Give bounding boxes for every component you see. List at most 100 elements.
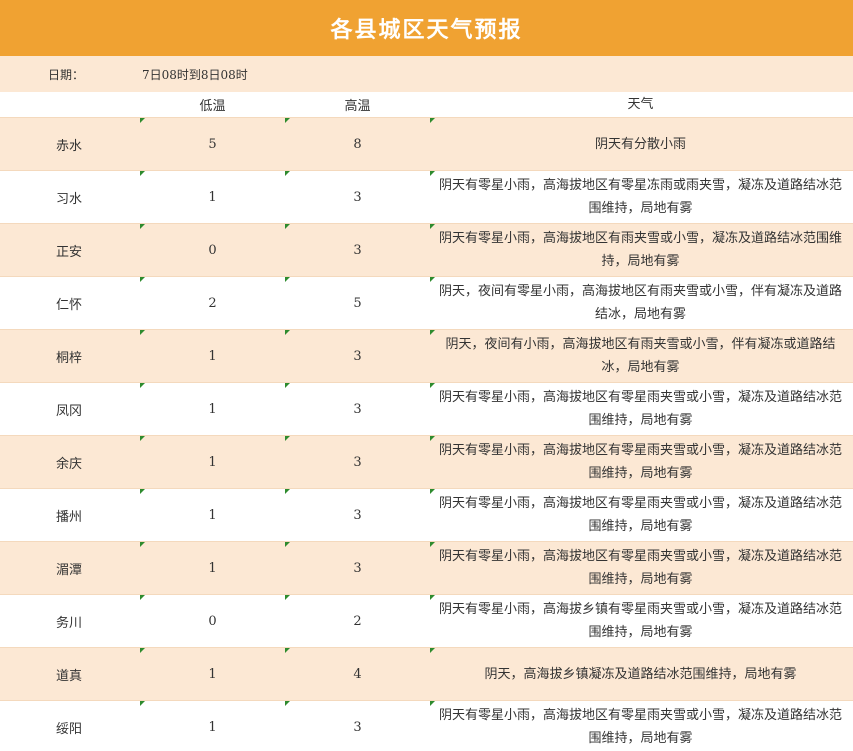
weather-cell: 阴天有零星小雨，高海拔地区有零星雨夹雪或小雪，凝冻及道路结冰范围维持，局地有雾: [430, 542, 853, 594]
table-row: 道真 1 4 阴天，高海拔乡镇凝冻及道路结冰范围维持，局地有雾: [0, 648, 853, 701]
low-temp-cell-text: 1: [208, 507, 217, 523]
header-low: 低温: [199, 99, 226, 114]
county-cell-text: 仁怀: [56, 297, 83, 313]
county-cell: 余庆: [0, 436, 140, 488]
cell-comment-marker: [430, 118, 435, 123]
county-cell-text: 湄潭: [56, 562, 83, 578]
table-row: 务川 0 2 阴天有零星小雨，高海拔乡镇有零星雨夹雪或小雪，凝冻及道路结冰范围维持，局…: [0, 595, 853, 648]
cell-comment-marker: [285, 436, 290, 441]
date-row: 日期： 7日08时到8日08时: [0, 56, 853, 92]
low-temp-cell-text: 1: [208, 454, 217, 470]
cell-comment-marker: [285, 118, 290, 123]
high-temp-cell-text: 3: [353, 348, 362, 364]
date-value: 7日08时到8日08时: [142, 67, 248, 82]
high-temp-cell-text: 3: [353, 507, 362, 523]
weather-cell: 阴天，夜间有零星小雨，高海拔地区有雨夹雪或小雪，伴有凝冻及道路结冰，局地有雾: [430, 277, 853, 329]
cell-comment-marker: [140, 118, 145, 123]
cell-comment-marker: [430, 171, 435, 176]
county-cell-text: 正安: [56, 244, 83, 260]
county-cell-text: 余庆: [56, 456, 83, 472]
weather-cell: 阴天，高海拔乡镇凝冻及道路结冰范围维持，局地有雾: [430, 648, 853, 700]
county-cell-text: 桐梓: [56, 350, 83, 366]
county-cell: 仁怀: [0, 277, 140, 329]
high-temp-cell-text: 3: [353, 560, 362, 576]
low-temp-cell-text: 1: [208, 401, 217, 417]
table-row: 习水 1 3 阴天有零星小雨，高海拔地区有零星冻雨或雨夹雪，凝冻及道路结冰范围维持，局…: [0, 171, 853, 224]
county-cell: 湄潭: [0, 542, 140, 594]
low-temp-cell: 1: [140, 489, 285, 541]
low-temp-cell: 1: [140, 436, 285, 488]
weather-cell: 阴天有零星小雨，高海拔地区有零星雨夹雪或小雪，凝冻及道路结冰范围维持，局地有雾: [430, 383, 853, 435]
cell-comment-marker: [140, 542, 145, 547]
cell-comment-marker: [430, 489, 435, 494]
high-temp-cell: 3: [285, 330, 430, 382]
weather-cell-text: 阴天，高海拔乡镇凝冻及道路结冰范围维持，局地有雾: [484, 666, 797, 682]
low-temp-cell-text: 0: [208, 242, 217, 258]
county-cell: 凤冈: [0, 383, 140, 435]
high-temp-cell: 3: [285, 542, 430, 594]
header-county: [0, 92, 140, 117]
cell-comment-marker: [140, 595, 145, 600]
county-cell: 赤水: [0, 118, 140, 170]
county-cell: 务川: [0, 595, 140, 647]
high-temp-cell: 2: [285, 595, 430, 647]
cell-comment-marker: [140, 171, 145, 176]
high-temp-cell: 3: [285, 489, 430, 541]
weather-cell-text: 阴天有零星小雨，高海拔乡镇有零星雨夹雪或小雪，凝冻及道路结冰范围维持，局地有雾: [438, 602, 842, 640]
table-row: 湄潭 1 3 阴天有零星小雨，高海拔地区有零星雨夹雪或小雪，凝冻及道路结冰范围维持，局…: [0, 542, 853, 595]
table-row: 凤冈 1 3 阴天有零星小雨，高海拔地区有零星雨夹雪或小雪，凝冻及道路结冰范围维持，局…: [0, 383, 853, 436]
cell-comment-marker: [285, 277, 290, 282]
weather-cell-text: 阴天有零星小雨，高海拔地区有零星雨夹雪或小雪，凝冻及道路结冰范围维持，局地有雾: [438, 708, 842, 746]
cell-comment-marker: [430, 330, 435, 335]
low-temp-cell: 1: [140, 648, 285, 700]
county-cell-text: 凤冈: [56, 403, 83, 419]
cell-comment-marker: [140, 489, 145, 494]
cell-comment-marker: [430, 701, 435, 706]
high-temp-cell-text: 3: [353, 189, 362, 205]
forecast-sheet: 各县城区天气预报 日期： 7日08时到8日08时 低温 高温 天气 赤水 5 8 阴天…: [0, 0, 853, 751]
weather-cell-text: 阴天有分散小雨: [594, 136, 686, 152]
high-temp-cell-text: 4: [353, 666, 362, 682]
low-temp-cell-text: 1: [208, 560, 217, 576]
low-temp-cell-text: 1: [208, 189, 217, 205]
county-cell-text: 播州: [56, 509, 83, 525]
low-temp-cell-text: 1: [208, 348, 217, 364]
cell-comment-marker: [430, 648, 435, 653]
weather-cell: 阴天有零星小雨，高海拔地区有雨夹雪或小雪，凝冻及道路结冰范围维持，局地有雾: [430, 224, 853, 276]
high-temp-cell-text: 2: [353, 613, 362, 629]
weather-cell: 阴天有零星小雨，高海拔地区有零星雨夹雪或小雪，凝冻及道路结冰范围维持，局地有雾: [430, 701, 853, 751]
low-temp-cell-text: 5: [208, 136, 217, 152]
weather-cell-text: 阴天，夜间有零星小雨，高海拔地区有雨夹雪或小雪，伴有凝冻及道路结冰，局地有雾: [438, 284, 842, 322]
cell-comment-marker: [285, 489, 290, 494]
high-temp-cell: 4: [285, 648, 430, 700]
header-weather: 天气: [627, 97, 654, 112]
cell-comment-marker: [430, 436, 435, 441]
high-temp-cell-text: 3: [353, 719, 362, 735]
county-cell-text: 赤水: [56, 138, 83, 154]
cell-comment-marker: [430, 542, 435, 547]
weather-cell: 阴天有零星小雨，高海拔地区有零星雨夹雪或小雪，凝冻及道路结冰范围维持，局地有雾: [430, 489, 853, 541]
county-cell: 桐梓: [0, 330, 140, 382]
cell-comment-marker: [285, 383, 290, 388]
cell-comment-marker: [285, 595, 290, 600]
weather-cell-text: 阴天有零星小雨，高海拔地区有雨夹雪或小雪，凝冻及道路结冰范围维持，局地有雾: [438, 231, 842, 269]
high-temp-cell-text: 8: [353, 136, 362, 152]
high-temp-cell-text: 5: [353, 295, 362, 311]
county-cell: 播州: [0, 489, 140, 541]
county-cell: 道真: [0, 648, 140, 700]
cell-comment-marker: [285, 701, 290, 706]
cell-comment-marker: [140, 648, 145, 653]
weather-cell-text: 阴天有零星小雨，高海拔地区有零星雨夹雪或小雪，凝冻及道路结冰范围维持，局地有雾: [438, 549, 842, 587]
low-temp-cell: 0: [140, 595, 285, 647]
high-temp-cell-text: 3: [353, 242, 362, 258]
high-temp-cell: 3: [285, 224, 430, 276]
county-cell-text: 道真: [56, 668, 83, 684]
low-temp-cell: 1: [140, 330, 285, 382]
header-high: 高温: [344, 99, 371, 114]
low-temp-cell: 5: [140, 118, 285, 170]
weather-cell: 阴天有分散小雨: [430, 118, 853, 170]
cell-comment-marker: [430, 383, 435, 388]
high-temp-cell-text: 3: [353, 454, 362, 470]
weather-cell: 阴天有零星小雨，高海拔乡镇有零星雨夹雪或小雪，凝冻及道路结冰范围维持，局地有雾: [430, 595, 853, 647]
cell-comment-marker: [140, 330, 145, 335]
